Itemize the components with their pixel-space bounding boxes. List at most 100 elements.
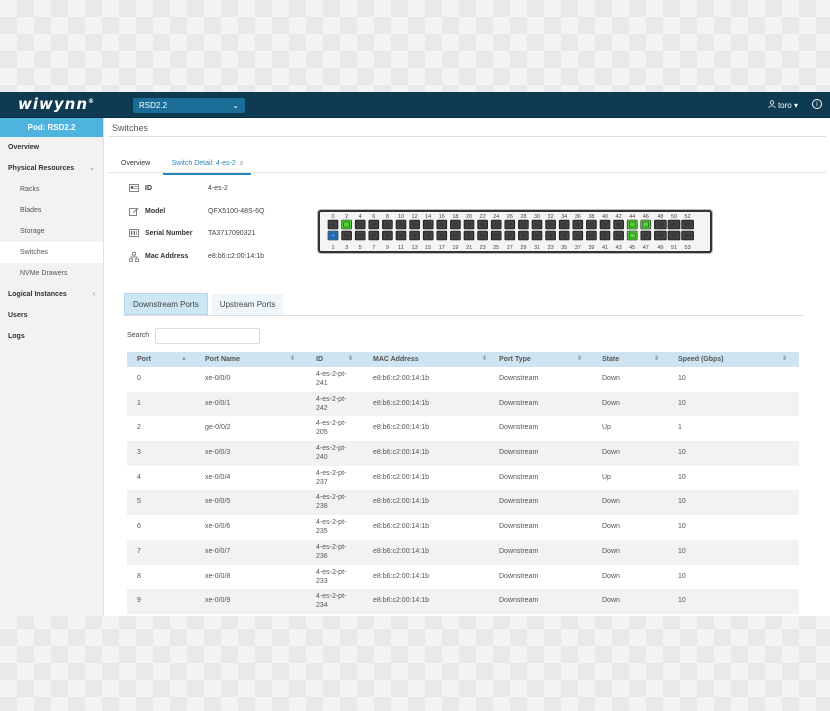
- switch-port-21[interactable]: [463, 230, 475, 241]
- switch-port-29[interactable]: [518, 230, 529, 241]
- switch-port-39[interactable]: [586, 230, 597, 241]
- switch-port-7[interactable]: [368, 230, 380, 241]
- table-row[interactable]: 2 ge-0/0/2 4-es-2-pt- 205 e8:b6:c2:00:14:1b D…: [127, 416, 799, 441]
- table-row[interactable]: 5 xe-0/0/5 4-es-2-pt- 238 e8:b6:c2:00:14:1b D…: [127, 490, 799, 516]
- cell-id: 4-es-2-pt- 238: [316, 493, 346, 511]
- switch-port-9[interactable]: [382, 230, 393, 241]
- switch-port-37[interactable]: [572, 230, 584, 241]
- switch-port-11[interactable]: [395, 230, 407, 241]
- switch-port-17[interactable]: [436, 230, 448, 241]
- switch-port-10[interactable]: [395, 219, 407, 230]
- switch-port-1[interactable]: [327, 230, 339, 241]
- switch-port-31[interactable]: [531, 230, 543, 241]
- tab-downstream-ports[interactable]: Downstream Ports: [124, 293, 208, 315]
- port-label-top: 0: [331, 214, 334, 220]
- switch-port-16[interactable]: [436, 219, 448, 230]
- column-header-mac-address[interactable]: MAC Address ⇕: [373, 352, 487, 367]
- switch-port-43[interactable]: [613, 230, 624, 241]
- pod-label[interactable]: Pod: RSD2.2: [0, 118, 103, 137]
- column-header-state[interactable]: State ⇕: [602, 352, 659, 367]
- switch-port-12[interactable]: [409, 219, 420, 230]
- sidebar-item-users[interactable]: Users: [0, 305, 103, 326]
- switch-port-46[interactable]: [640, 219, 652, 230]
- switch-port-8[interactable]: [382, 219, 393, 230]
- column-header-id[interactable]: ID ⇕: [316, 352, 353, 367]
- switch-port-42[interactable]: [613, 219, 624, 230]
- tab-upstream-ports[interactable]: Upstream Ports: [211, 294, 284, 316]
- switch-port-14[interactable]: [422, 219, 434, 230]
- switch-port-2[interactable]: [341, 219, 352, 230]
- mac-value: e8:b6:c2:00:14:1b: [208, 253, 265, 260]
- sidebar-item-logical-instances[interactable]: Logical Instances ‹: [0, 284, 103, 305]
- switch-port-18[interactable]: [450, 219, 461, 230]
- port-label-top: 16: [439, 214, 445, 220]
- switch-port-40[interactable]: [599, 219, 611, 230]
- switch-port-24[interactable]: [490, 219, 502, 230]
- table-header: Port ▲ Port Name ⇕ ID ⇕ MAC Address ⇕ Port T…: [127, 352, 799, 367]
- sidebar-item-switches[interactable]: Switches: [0, 242, 103, 263]
- sidebar-item-overview[interactable]: Overview: [0, 137, 103, 158]
- switch-port-38[interactable]: [586, 219, 597, 230]
- sidebar-item-nvme-drawers[interactable]: NVMe Drawers: [0, 263, 103, 284]
- switch-port-27[interactable]: [504, 230, 516, 241]
- switch-port-47[interactable]: [640, 230, 652, 241]
- switch-port-44[interactable]: [626, 219, 638, 230]
- switch-port-3[interactable]: [341, 230, 352, 241]
- sidebar-item-storage[interactable]: Storage: [0, 221, 103, 242]
- column-header-port[interactable]: Port ▲: [137, 352, 187, 367]
- switch-port-22[interactable]: [477, 219, 488, 230]
- port-label-top: 4: [359, 214, 362, 220]
- wiwynn-logo[interactable]: wiwynn®: [18, 95, 95, 113]
- info-icon[interactable]: i: [812, 99, 822, 109]
- rsd-select[interactable]: RSD2.2 ⌄: [133, 98, 245, 113]
- port-label-bottom: 45: [629, 245, 635, 251]
- switch-port-26[interactable]: [504, 219, 516, 230]
- sidebar-item-physical-resources[interactable]: Physical Resources ⌄: [0, 158, 103, 179]
- switch-port-45[interactable]: [626, 230, 638, 241]
- switch-port-32[interactable]: [545, 219, 556, 230]
- switch-port-5[interactable]: [354, 230, 366, 241]
- switch-port-15[interactable]: [422, 230, 434, 241]
- switch-port-36[interactable]: [572, 219, 584, 230]
- cell-name: xe-0/0/5: [205, 498, 231, 506]
- cell-mac: e8:b6:c2:00:14:1b: [373, 572, 430, 580]
- switch-port-20[interactable]: [463, 219, 475, 230]
- switch-port-28[interactable]: [518, 219, 529, 230]
- table-row[interactable]: 7 xe-0/0/7 4-es-2-pt- 236 e8:b6:c2:00:14:1b D…: [127, 539, 799, 565]
- port-label-bottom: 33: [548, 245, 554, 251]
- table-row[interactable]: 6 xe-0/0/6 4-es-2-pt- 235 e8:b6:c2:00:14:1b D…: [127, 515, 799, 540]
- switch-port-0[interactable]: [327, 219, 339, 230]
- table-row[interactable]: 1 xe-0/0/1 4-es-2-pt- 242 e8:b6:c2:00:14:1b D…: [127, 391, 799, 417]
- table-row[interactable]: 3 xe-0/0/3 4-es-2-pt- 240 e8:b6:c2:00:14:1b D…: [127, 441, 799, 466]
- tab-overview[interactable]: Overview: [112, 157, 158, 173]
- table-row[interactable]: 4 xe-0/0/4 4-es-2-pt- 237 e8:b6:c2:00:14:1b D…: [127, 466, 799, 491]
- switch-port-4[interactable]: [354, 219, 366, 230]
- user-menu[interactable]: toro ▾: [768, 100, 798, 110]
- search-label: Search: [127, 332, 150, 339]
- switch-port-33[interactable]: [545, 230, 556, 241]
- table-row[interactable]: 8 xe-0/0/8 4-es-2-pt- 233 e8:b6:c2:00:14:1b D…: [127, 565, 799, 590]
- switch-port-25[interactable]: [490, 230, 502, 241]
- table-row[interactable]: 9 xe-0/0/9 4-es-2-pt- 234 e8:b6:c2:00:14:1b D…: [127, 589, 799, 614]
- switch-port-41[interactable]: [599, 230, 611, 241]
- switch-port-35[interactable]: [558, 230, 570, 241]
- switch-port-23[interactable]: [477, 230, 488, 241]
- id-card-icon: [129, 184, 139, 193]
- sidebar-item-logs[interactable]: Logs: [0, 326, 103, 347]
- cell-id-line: 4-es-2-pt-: [316, 395, 347, 403]
- switch-port-34[interactable]: [558, 219, 570, 230]
- close-icon[interactable]: x: [240, 160, 244, 167]
- sidebar-item-racks[interactable]: Racks: [0, 179, 103, 200]
- switch-port-13[interactable]: [409, 230, 420, 241]
- search-input[interactable]: [155, 328, 260, 344]
- port-label-top: 28: [520, 214, 526, 220]
- column-header-port-name[interactable]: Port Name ⇕: [205, 352, 295, 367]
- switch-port-19[interactable]: [450, 230, 461, 241]
- cell-type: Downstream: [499, 473, 539, 481]
- table-row[interactable]: 0 xe-0/0/0 4-es-2-pt- 241 e8:b6:c2:00:14:1b D…: [127, 367, 799, 392]
- column-header-speed[interactable]: Speed (Gbps) ⇕: [678, 352, 787, 367]
- switch-port-30[interactable]: [531, 219, 543, 230]
- column-header-port-type[interactable]: Port Type ⇕: [499, 352, 582, 367]
- sidebar-item-blades[interactable]: Blades: [0, 200, 103, 221]
- switch-port-6[interactable]: [368, 219, 380, 230]
